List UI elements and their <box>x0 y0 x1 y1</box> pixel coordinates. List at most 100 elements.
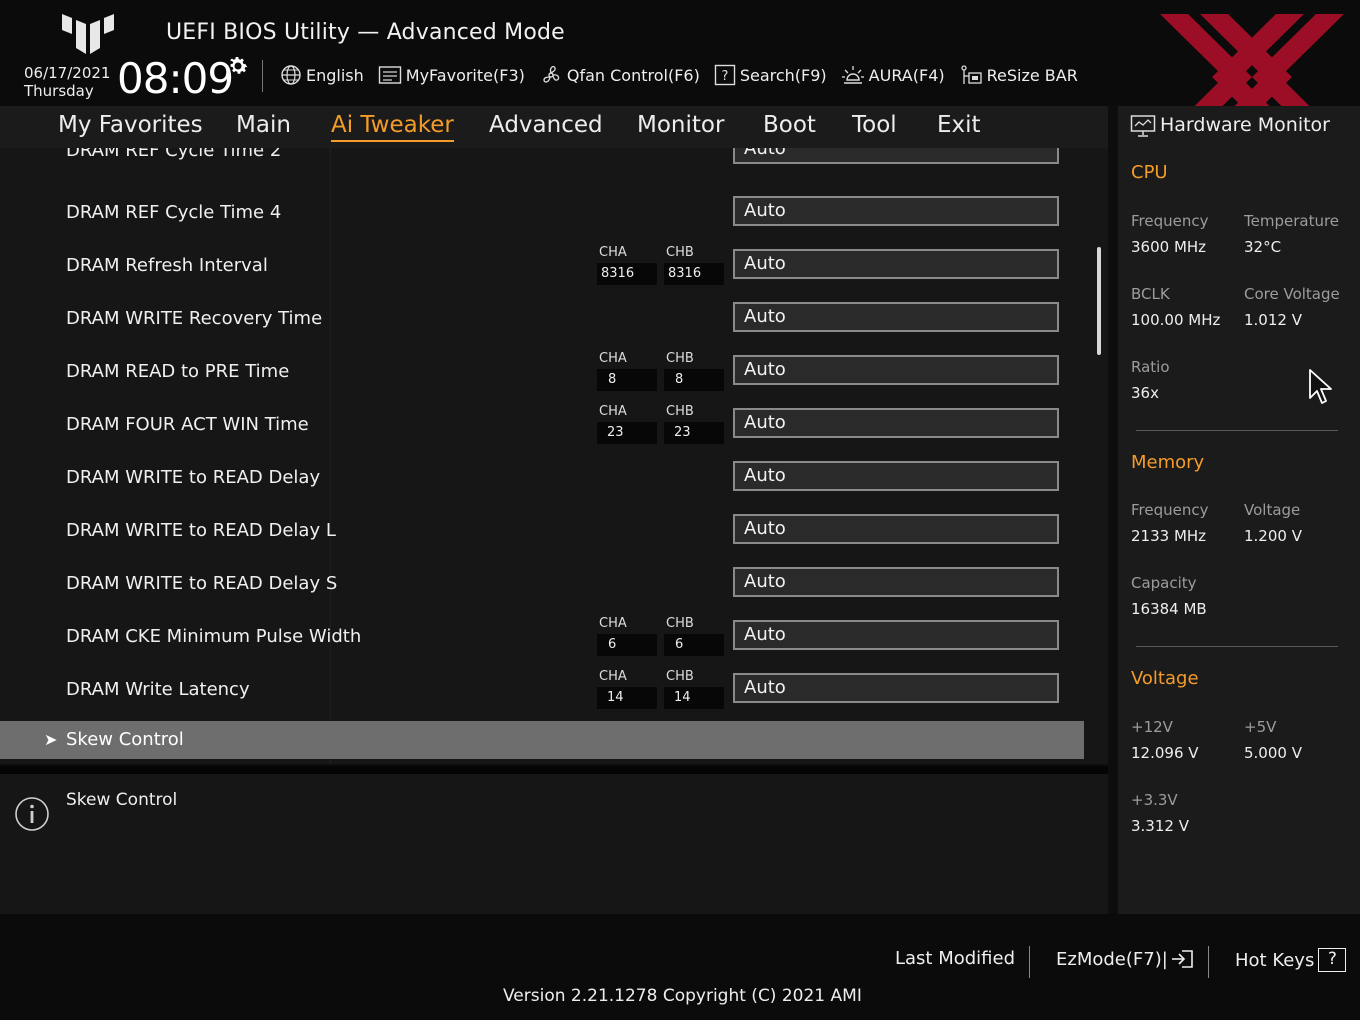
gear-icon[interactable] <box>226 54 250 78</box>
setting-row-dram-refresh-interval: DRAM Refresh Interval CHA CHB 8316 8316 … <box>0 241 1100 294</box>
tuf-logo-icon <box>62 14 114 54</box>
setting-value-dropdown[interactable]: Auto <box>733 673 1059 703</box>
help-panel: Skew Control <box>0 774 1108 914</box>
cpu-frequency-value: 3600 MHz <box>1131 238 1207 256</box>
chb-value: 8 <box>664 369 724 391</box>
setting-label: DRAM FOUR ACT WIN Time <box>66 414 309 435</box>
memory-frequency-label: Frequency <box>1131 501 1209 519</box>
cha-value: 6 <box>597 634 657 656</box>
cpu-bclk-value: 100.00 MHz <box>1131 311 1221 329</box>
voltage-5v-value: 5.000 V <box>1244 744 1302 762</box>
chb-label: CHB <box>666 245 694 260</box>
cha-label: CHA <box>599 351 627 366</box>
voltage-3v3-value: 3.312 V <box>1131 817 1189 835</box>
clock-time: 08:09 <box>117 54 234 103</box>
setting-value-dropdown[interactable]: Auto <box>733 408 1059 438</box>
language-button[interactable]: English <box>280 64 364 86</box>
setting-label: DRAM READ to PRE Time <box>66 361 290 382</box>
aura-label: AURA(F4) <box>868 65 945 85</box>
tab-boot[interactable]: Boot <box>763 112 816 138</box>
memory-capacity-value: 16384 MB <box>1131 600 1207 618</box>
cpu-temperature-value: 32°C <box>1244 238 1282 256</box>
hw-monitor-title: Hardware Monitor <box>1160 114 1330 136</box>
cpu-ratio-value: 36x <box>1131 384 1159 402</box>
hot-keys-button[interactable]: Hot Keys ? <box>1235 948 1347 972</box>
memory-voltage-value: 1.200 V <box>1244 527 1302 545</box>
setting-row-dram-four-act-win-time: DRAM FOUR ACT WIN Time CHA CHB 23 23 Aut… <box>0 400 1100 453</box>
favorite-list-icon <box>378 66 401 84</box>
tab-advanced[interactable]: Advanced <box>489 112 603 138</box>
setting-row-dram-write-to-read-delay-l: DRAM WRITE to READ Delay L Auto <box>0 506 1100 559</box>
globe-icon <box>281 65 301 85</box>
myfavorite-label: MyFavorite(F3) <box>405 65 525 85</box>
setting-value-dropdown[interactable]: Auto <box>733 355 1059 385</box>
cha-label: CHA <box>599 245 627 260</box>
chb-value: 23 <box>664 422 724 444</box>
chb-label: CHB <box>666 404 694 419</box>
ezmode-label: EzMode(F7)| <box>1056 948 1168 970</box>
chb-label: CHB <box>666 669 694 684</box>
hardware-monitor-panel: Hardware Monitor CPU Frequency Temperatu… <box>1118 106 1360 914</box>
hw-separator <box>1136 430 1338 431</box>
cha-value: 8 <box>597 369 657 391</box>
tab-main[interactable]: Main <box>236 112 291 138</box>
settings-scrollbar[interactable] <box>1097 247 1101 355</box>
setting-label: DRAM WRITE to READ Delay S <box>66 573 338 594</box>
search-help-icon: ? <box>714 64 736 86</box>
day-text: Thursday <box>24 82 94 100</box>
cha-label: CHA <box>599 669 627 684</box>
help-text: Skew Control <box>66 790 178 810</box>
setting-value-dropdown[interactable]: Auto <box>733 461 1059 491</box>
resize-bar-label: ReSize BAR <box>986 65 1078 85</box>
setting-value-dropdown[interactable]: Auto <box>733 148 1059 164</box>
chb-value: 6 <box>664 634 724 656</box>
header-bar: UEFI BIOS Utility — Advanced Mode 06/17/… <box>0 0 1360 106</box>
chb-value: 14 <box>664 687 724 709</box>
info-icon <box>15 797 49 831</box>
setting-label: DRAM WRITE Recovery Time <box>66 308 323 329</box>
cpu-frequency-label: Frequency <box>1131 212 1209 230</box>
setting-label: DRAM Refresh Interval <box>66 255 268 276</box>
setting-value-dropdown[interactable]: Auto <box>733 567 1059 597</box>
header-separator <box>262 60 263 92</box>
setting-value-dropdown[interactable]: Auto <box>733 620 1059 650</box>
qfan-control-button[interactable]: Qfan Control(F6) <box>539 63 700 87</box>
voltage-12v-label: +12V <box>1131 718 1173 736</box>
setting-value-dropdown[interactable]: Auto <box>733 196 1059 226</box>
search-button[interactable]: ? Search(F9) <box>714 64 827 86</box>
monitor-icon <box>1130 115 1156 137</box>
last-modified-button[interactable]: Last Modified <box>895 948 1015 969</box>
hot-keys-label: Hot Keys <box>1235 949 1315 971</box>
tab-monitor[interactable]: Monitor <box>637 112 724 138</box>
tab-tool[interactable]: Tool <box>852 112 897 138</box>
cha-value: 8316 <box>597 263 657 285</box>
setting-value-dropdown[interactable]: Auto <box>733 249 1059 279</box>
setting-row-dram-ref-cycle-time-2: DRAM REF Cycle Time 2 Auto <box>0 148 1100 179</box>
cpu-ratio-label: Ratio <box>1131 358 1170 376</box>
tab-ai-tweaker[interactable]: Ai Tweaker <box>331 112 454 142</box>
help-question-icon: ? <box>1318 948 1347 972</box>
help-divider <box>0 766 1108 774</box>
memory-frequency-value: 2133 MHz <box>1131 527 1207 545</box>
tab-my-favorites[interactable]: My Favorites <box>58 112 203 138</box>
ezmode-button[interactable]: EzMode(F7)| <box>1056 948 1196 970</box>
aura-button[interactable]: AURA(F4) <box>841 64 945 86</box>
exit-arrow-icon <box>1171 950 1193 968</box>
myfavorite-button[interactable]: MyFavorite(F3) <box>378 65 525 85</box>
cha-label: CHA <box>599 616 627 631</box>
toolbar: English MyFavorite(F3) Qfan Control(F6) … <box>280 62 1092 88</box>
main-nav: My Favorites Main Ai Tweaker Advanced Mo… <box>0 106 1108 148</box>
setting-value-dropdown[interactable]: Auto <box>733 514 1059 544</box>
settings-panel: DRAM REF Cycle Time 2 Auto DRAM REF Cycl… <box>0 148 1108 764</box>
tab-exit[interactable]: Exit <box>937 112 981 138</box>
setting-row-dram-read-to-pre-time: DRAM READ to PRE Time CHA CHB 8 8 Auto <box>0 347 1100 400</box>
version-text: Version 2.21.1278 Copyright (C) 2021 AMI <box>503 986 862 1006</box>
cha-value: 14 <box>597 687 657 709</box>
qfan-label: Qfan Control(F6) <box>566 65 700 85</box>
app-title: UEFI BIOS Utility — Advanced Mode <box>166 20 565 45</box>
resize-bar-button[interactable]: ReSize BAR <box>959 64 1078 86</box>
voltage-12v-value: 12.096 V <box>1131 744 1199 762</box>
setting-value-dropdown[interactable]: Auto <box>733 302 1059 332</box>
submenu-skew-control[interactable]: ➤ Skew Control <box>0 721 1084 759</box>
fan-icon <box>543 66 560 83</box>
